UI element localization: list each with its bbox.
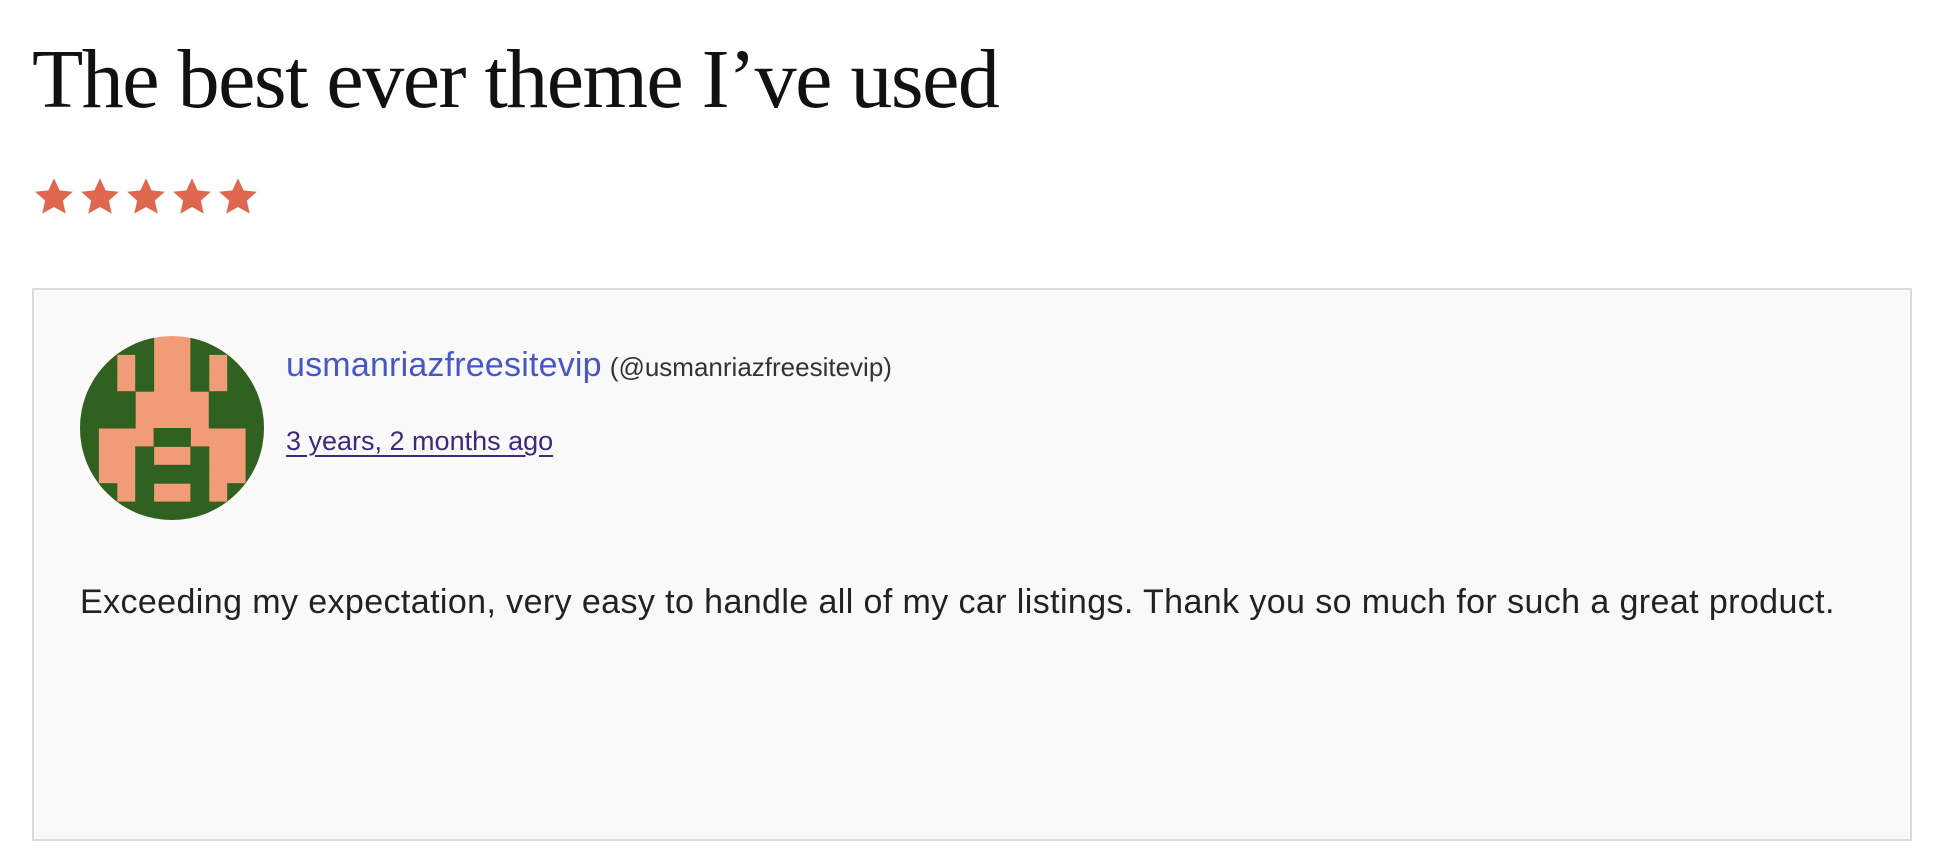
star-icon bbox=[78, 175, 122, 219]
star-icon bbox=[216, 175, 260, 219]
review-title: The best ever theme I’ve used bbox=[32, 33, 1000, 126]
review-card: usmanriazfreesitevip (@usmanriazfreesitev… bbox=[32, 288, 1912, 841]
author-avatar[interactable] bbox=[80, 336, 264, 520]
review-body: Exceeding my expectation, very easy to h… bbox=[80, 583, 1835, 621]
review-date-link[interactable]: 3 years, 2 months ago bbox=[286, 426, 553, 457]
star-rating bbox=[32, 175, 260, 219]
star-icon bbox=[170, 175, 214, 219]
author-line: usmanriazfreesitevip (@usmanriazfreesitev… bbox=[286, 346, 892, 385]
author-name-link[interactable]: usmanriazfreesitevip bbox=[286, 346, 602, 384]
author-handle: (@usmanriazfreesitevip) bbox=[609, 352, 892, 382]
star-icon bbox=[32, 175, 76, 219]
star-icon bbox=[124, 175, 168, 219]
identicon-avatar-icon bbox=[80, 336, 264, 520]
